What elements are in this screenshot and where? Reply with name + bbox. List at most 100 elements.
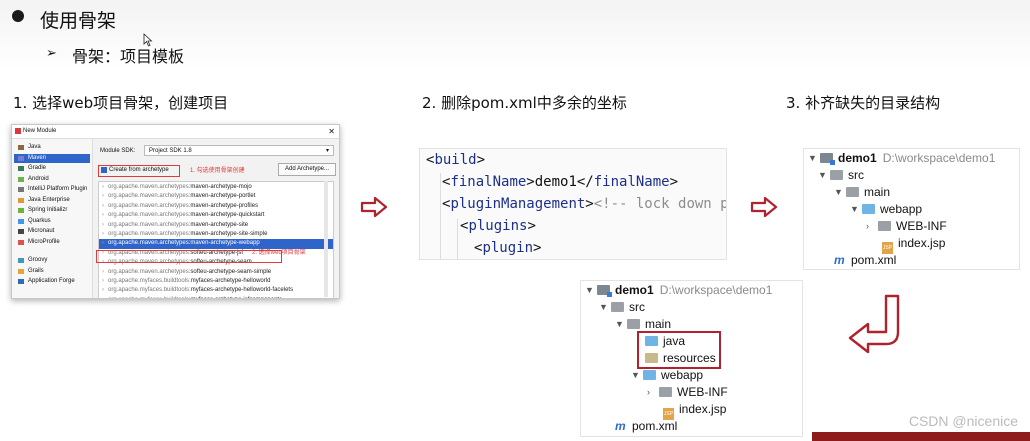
tree-row-src[interactable]: ▼ src [599,299,645,316]
code-line-finalname: <finalName>demo1</finalName> [442,174,679,190]
archetype-list-item[interactable]: › org.apache.maven.archetypes:maven-arche… [99,221,333,230]
archetype-group: org.apache.myfaces.buildtools: [108,278,191,284]
chevron-right-icon: › [102,202,104,209]
web-folder-icon [862,204,875,214]
archetype-list-item[interactable]: › org.apache.maven.archetypes:maven-arche… [99,211,333,220]
archetype-list-item[interactable]: › org.apache.maven.archetypes:maven-arche… [99,202,333,211]
sidebar-item-label: Groovy [28,257,48,263]
create-from-archetype-checkbox[interactable] [101,167,107,173]
archetype-group: org.apache.myfaces.buildtools: [108,297,191,298]
arrow-right-icon [750,196,778,218]
sidebar-item[interactable]: Micronaut [14,227,90,236]
archetype-name: myfaces-archetype-helloworld-facelets [190,287,294,294]
module-type-icon [18,268,24,274]
tree-row-pom[interactable]: m pom.xml [834,252,896,269]
sidebar-item-label: Gradle [28,165,47,171]
file-label: pom.xml [632,419,678,433]
archetype-list-item[interactable]: › org.apache.myfaces.buildtools:myfaces-a… [99,277,333,286]
web-folder-icon [643,370,656,380]
module-type-icon [18,229,24,234]
sidebar-item[interactable]: Spring Initializr [14,206,90,215]
sidebar-item-label: Micronaut [28,228,55,234]
archetype-list-item[interactable]: › org.apache.maven.archetypes:softeu-arch… [99,268,333,277]
folder-icon [878,221,891,231]
app-icon [15,128,21,134]
step-2-label: 2. 删除pom.xml中多余的坐标 [422,94,627,112]
chevron-right-icon: › [102,212,104,219]
archetype-list-item[interactable]: ›org.apache.myfaces.buildtools:myfaces-a… [99,296,333,298]
module-sdk-select[interactable]: Project SDK 1.8 ▾ [144,145,334,156]
sidebar-item[interactable]: IntelliJ Platform Plugin [14,185,90,194]
tree-row-webapp[interactable]: ▼ webapp [631,367,703,384]
project-tree-after: ▼ demo1 D:\workspace\demo1 ▼ src ▼ main java… [580,280,803,437]
chevron-right-icon: › [102,278,104,284]
sidebar-item[interactable]: Quarkus [14,217,90,226]
sidebar-item[interactable]: Java [14,143,90,152]
archetype-group: org.apache.maven.archetypes: [108,184,191,190]
folder-icon [830,170,843,180]
indent-guide [457,219,458,259]
tree-row-index-jsp[interactable]: JSP index.jsp [882,235,946,254]
folder-label: src [848,168,864,182]
root-name: demo1 [838,151,877,165]
sidebar-item[interactable]: Groovy [14,256,90,265]
code-line-plugin-management: <pluginManagement><!-- lock down pl [442,196,727,212]
archetype-group: org.apache.myfaces.buildtools: [108,287,191,294]
close-icon[interactable]: ✕ [328,127,335,136]
folder-label: main [864,185,891,199]
module-type-icon [18,208,24,213]
archetype-group: org.apache.maven.archetypes: [108,240,191,247]
tree-row-main[interactable]: ▼ main [834,184,890,201]
module-type-icon [18,145,24,150]
chevron-down-icon: ▼ [585,285,594,295]
tree-row-root[interactable]: ▼ demo1 D:\workspace\demo1 [585,282,772,299]
step-3-label: 3. 补齐缺失的目录结构 [786,94,941,112]
tree-row-src[interactable]: ▼ src [818,167,864,184]
chevron-down-icon: ▼ [834,187,843,197]
project-tree-before: ▼ demo1 D:\workspace\demo1 ▼ src ▼ main ▼ web… [803,148,1020,270]
tree-row-index-jsp[interactable]: JSP index.jsp [663,401,726,420]
sidebar-item[interactable]: Maven [14,153,90,163]
chevron-down-icon: ▼ [818,170,827,180]
sidebar-item[interactable]: MicroProfile [14,238,90,247]
module-type-icon [18,218,24,224]
tree-row-root[interactable]: ▼ demo1 D:\workspace\demo1 [808,150,995,167]
chevron-down-icon: ▼ [615,319,624,329]
archetype-list-scrollbar[interactable] [324,181,328,297]
archetype-list-item[interactable]: ›org.apache.myfaces.buildtools:myfaces-a… [99,286,333,295]
tree-row-pom[interactable]: m pom.xml [615,418,677,435]
sidebar-item-label: Java [28,144,41,150]
archetype-list-item[interactable]: › org.apache.maven.archetypes:maven-arche… [99,230,333,239]
chevron-right-icon: › [102,287,104,294]
tree-row-web-inf[interactable]: › WEB-INF [866,218,947,235]
module-folder-icon [820,153,835,165]
code-line-build: <build> [426,152,486,168]
archetype-name: myfaces-archetype-helloworld [190,278,271,284]
mouse-cursor-icon [143,33,153,50]
slide-title: 使用骨架 [40,10,117,32]
sidebar-item[interactable]: Java Enterprise [14,196,90,205]
file-label: index.jsp [898,236,946,250]
chevron-right-icon: › [102,231,104,237]
sidebar-item[interactable]: Grails [14,267,90,276]
archetype-list: › org.apache.maven.archetypes:maven-arche… [98,181,334,298]
archetype-list-item[interactable]: › org.apache.maven.archetypes:maven-arche… [99,192,333,201]
tree-row-webapp[interactable]: ▼ webapp [850,201,922,218]
sub-bullet-arrow-icon: ➢ [46,46,57,61]
archetype-list-item[interactable]: › org.apache.maven.archetypes:maven-arche… [99,183,333,192]
folder-icon [659,387,672,397]
module-type-icon [18,176,24,182]
folder-label: webapp [661,368,704,382]
module-type-icon [18,239,24,245]
create-from-archetype-label: Create from archetype [109,167,169,173]
folder-label: WEB-INF [896,219,947,233]
sidebar-item-label: Java Enterprise [28,196,70,203]
sidebar-item[interactable]: Application Forge [14,277,90,286]
sidebar-item-label: Quarkus [28,217,51,224]
sidebar-item[interactable]: Android [14,175,90,184]
add-archetype-button[interactable]: Add Archetype... [278,163,336,176]
chevron-down-icon: ▼ [808,153,817,163]
sidebar-item[interactable]: Gradle [14,164,90,173]
tree-row-web-inf[interactable]: › WEB-INF [647,384,728,401]
archetype-name: softeu-archetype-seam-simple [190,268,272,275]
